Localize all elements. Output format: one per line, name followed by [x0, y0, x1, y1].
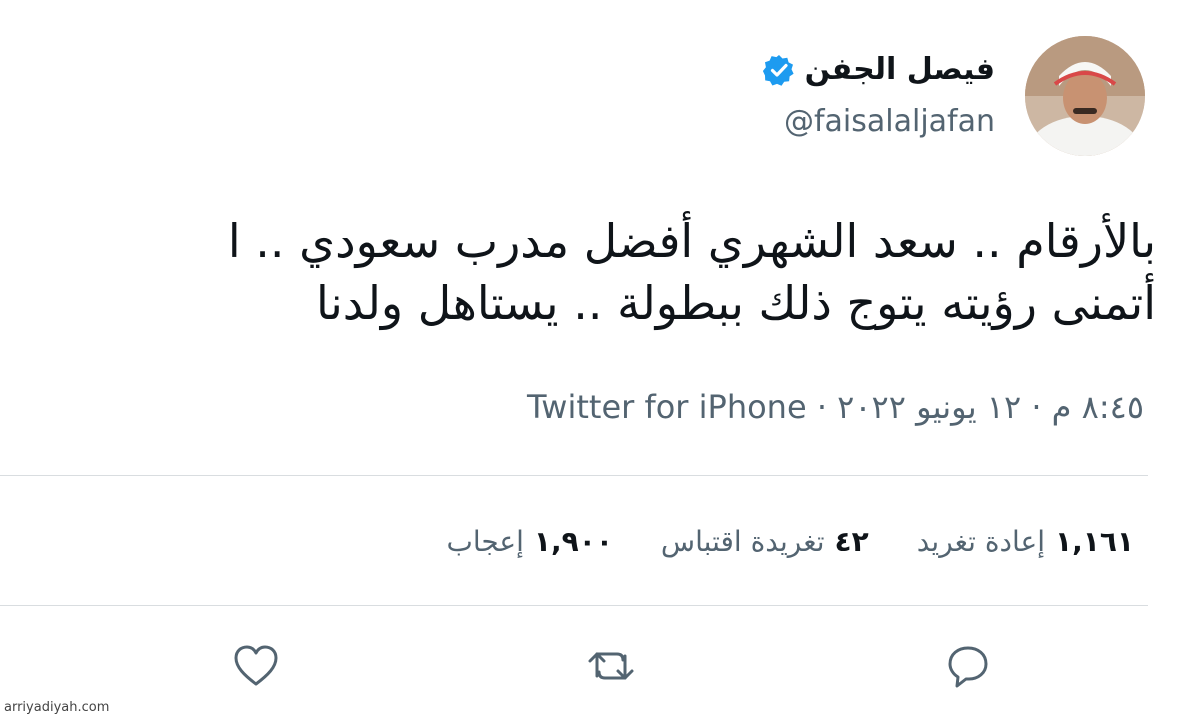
tweet-text-line: أتمنى رؤيته يتوج ذلك ببطولة .. يستاهل ول… [315, 276, 1156, 330]
retweet-button[interactable] [585, 640, 637, 692]
tweet-meta: ٨:٤٥ م · ١٢ يونيو ٢٠٢٢ · Twitter for iPh… [527, 388, 1144, 426]
divider [0, 605, 1148, 606]
likes-stat[interactable]: ١,٩٠٠ إعجاب [446, 525, 612, 558]
author-name-row[interactable]: فيصل الجفن [762, 52, 995, 87]
likes-label: إعجاب [446, 525, 524, 558]
like-button[interactable] [230, 640, 282, 692]
reply-button[interactable] [942, 640, 994, 692]
heart-icon [234, 645, 278, 686]
tweet-stats: ١,١٦١ إعادة تغريد ٤٢ تغريدة اقتباس ١,٩٠٠… [446, 525, 1134, 558]
quotes-label: تغريدة اقتباس [660, 525, 825, 558]
retweets-count: ١,١٦١ [1055, 525, 1134, 558]
retweet-arrows-icon [588, 652, 634, 680]
likes-count: ١,٩٠٠ [533, 525, 613, 558]
avatar-image [1025, 36, 1145, 156]
tweet-text-line: بالأرقام .. سعد الشهري أفضل مدرب سعودي .… [227, 214, 1156, 268]
speech-bubble-icon [948, 646, 988, 688]
retweets-label: إعادة تغريد [916, 525, 1045, 558]
tweet-date[interactable]: ١٢ يونيو ٢٠٢٢ [837, 388, 1021, 426]
display-name[interactable]: فيصل الجفن [805, 52, 995, 87]
tweet-text: بالأرقام .. سعد الشهري أفضل مدرب سعودي .… [6, 210, 1156, 334]
verified-badge-icon [762, 54, 794, 86]
user-handle[interactable]: @faisalaljafan [784, 104, 995, 139]
tweet-source[interactable]: Twitter for iPhone [527, 388, 807, 426]
site-watermark: arriyadiyah.com [4, 700, 110, 715]
quotes-stat[interactable]: ٤٢ تغريدة اقتباس [661, 525, 869, 558]
retweets-stat[interactable]: ١,١٦١ إعادة تغريد [917, 525, 1134, 558]
avatar[interactable] [1025, 36, 1145, 156]
quotes-count: ٤٢ [834, 525, 869, 558]
divider [0, 475, 1148, 476]
meta-separator: · [1031, 388, 1042, 426]
tweet-card: فيصل الجفن @faisalaljafan بالأرقام .. سع… [0, 0, 1200, 719]
tweet-time[interactable]: ٨:٤٥ م [1052, 388, 1144, 426]
meta-separator: · [816, 388, 827, 426]
